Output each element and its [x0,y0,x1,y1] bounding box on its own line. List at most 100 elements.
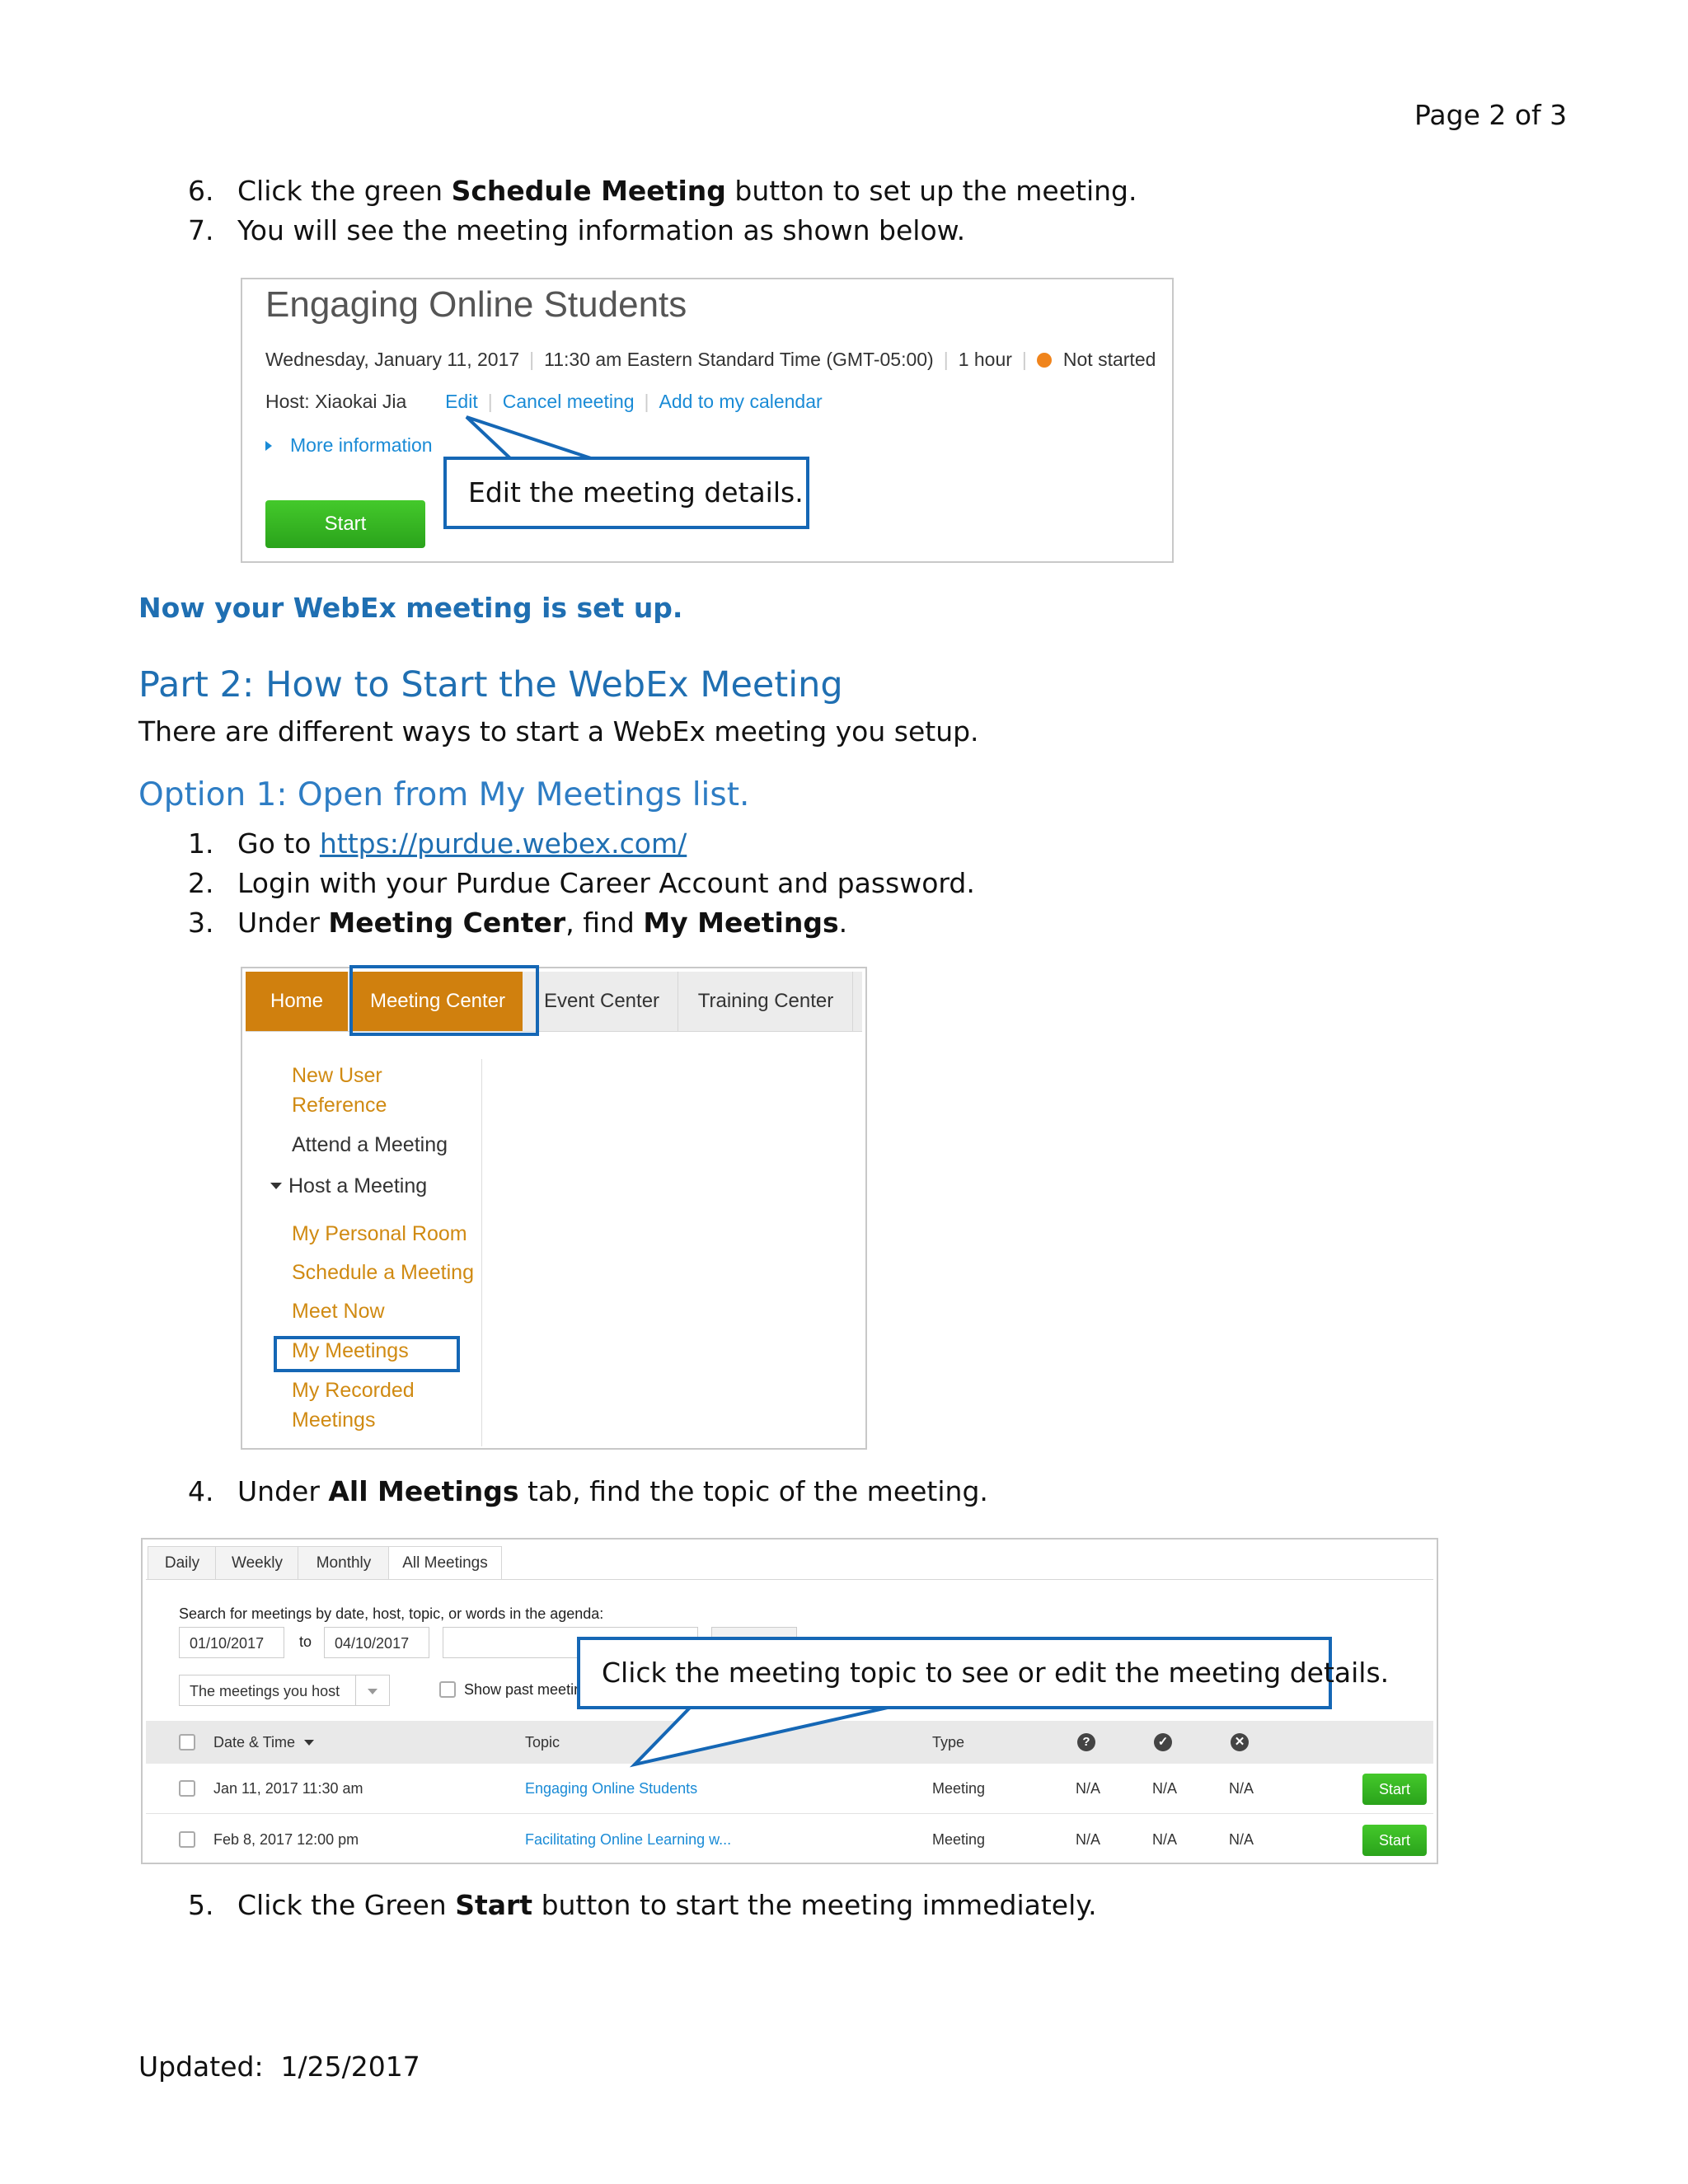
step-bold: All Meetings [328,1475,519,1507]
more-information-toggle[interactable]: More information [265,434,433,457]
meeting-status: Not started [1062,349,1156,370]
step-text: . [838,907,848,939]
tab-daily[interactable]: Daily [148,1546,217,1580]
step-3: 3. Under Meeting Center, find My Meetings… [188,907,847,939]
part2-heading: Part 2: How to Start the WebEx Meeting [138,664,843,705]
step-text: tab, find the topic of the meeting. [518,1475,988,1507]
step-text: Login with your Purdue Career Account an… [237,867,975,899]
step-bold: Start [455,1889,533,1921]
status-dot-icon [1036,353,1052,368]
edit-details-callout: Edit the meeting details. [443,457,809,529]
step-text: button to start the meeting immediately. [532,1889,1097,1921]
step-text: Under [237,1475,329,1507]
tab-home[interactable]: Home [246,972,348,1031]
tab-event-center[interactable]: Event Center [526,972,678,1031]
date-to-input[interactable]: 04/10/2017 [324,1627,429,1658]
step-number: 6. [188,175,214,207]
setup-complete-note: Now your WebEx meeting is set up. [138,592,683,624]
step-text: Click the Green [237,1889,456,1921]
more-information-label: More information [290,434,433,456]
menu-personal-room[interactable]: My Personal Room [292,1219,467,1249]
row-na: N/A [1152,1780,1178,1797]
filter-value: The meetings you host [190,1683,340,1699]
menu-divider [481,1059,482,1446]
topic-callout: Click the meeting topic to see or edit t… [577,1637,1389,1709]
dropdown-arrow [355,1675,389,1705]
meeting-time: 11:30 am Eastern Standard Time (GMT-05:0… [544,349,934,370]
meeting-details: Wednesday, January 11, 2017 | 11:30 am Eas… [265,349,1156,370]
row-start-button[interactable]: Start [1362,1774,1427,1805]
meeting-host: Host: Xiaokai Jia [265,391,407,412]
tab-underline [146,1579,1433,1580]
menu-host-meeting[interactable]: Host a Meeting [270,1171,427,1201]
header-topic[interactable]: Topic [525,1721,560,1764]
step-text: Under [237,907,329,939]
start-button[interactable]: Start [265,500,425,548]
date-range-to: to [299,1633,312,1650]
row-topic-link[interactable]: Facilitating Online Learning w... [525,1815,731,1864]
date-from-input[interactable]: 01/10/2017 [179,1627,284,1658]
step-text: Go to [237,827,320,860]
close-icon: ✕ [1231,1733,1249,1751]
select-all-checkbox[interactable] [179,1734,195,1750]
step-number: 7. [188,214,214,246]
row-start-button[interactable]: Start [1362,1825,1427,1856]
row-na: N/A [1229,1831,1254,1848]
tab-training-center[interactable]: Training Center [679,972,853,1031]
tab-weekly[interactable]: Weekly [215,1546,299,1580]
row-checkbox[interactable] [179,1831,195,1848]
step-number: 5. [188,1889,214,1921]
tab-monthly[interactable]: Monthly [298,1546,390,1580]
collapse-arrow-icon [270,1183,282,1189]
add-to-calendar-link[interactable]: Add to my calendar [659,391,823,412]
edit-link[interactable]: Edit [445,391,478,412]
menu-new-user-reference[interactable]: New User Reference [292,1061,387,1120]
step-5: 5. Click the Green Start button to start … [188,1889,1097,1921]
menu-meet-now[interactable]: Meet Now [292,1296,385,1326]
part2-intro: There are different ways to start a WebE… [138,715,979,748]
meeting-host-line: Host: Xiaokai Jia Edit | Cancel meeting | Ad… [265,391,823,412]
option1-heading: Option 1: Open from My Meetings list. [138,776,750,813]
menu-label: New User [292,1064,382,1087]
header-date[interactable]: Date & Time [213,1721,315,1764]
step-text: You will see the meeting information as … [237,214,966,246]
step-number: 1. [188,827,214,860]
sort-down-icon [304,1740,315,1746]
show-past-label: Show past meetir [464,1681,579,1698]
table-row: Jan 11, 2017 11:30 am Engaging Online St… [146,1764,1433,1814]
meeting-title: Engaging Online Students [265,284,687,325]
meeting-center-highlight [349,965,539,1036]
row-na: N/A [1076,1831,1101,1848]
header-type[interactable]: Type [932,1721,964,1764]
row-checkbox[interactable] [179,1780,195,1797]
step-2: 2. Login with your Purdue Career Account … [188,867,975,899]
step-bold: My Meetings [643,907,839,939]
step-text: , find [565,907,644,939]
step-number: 4. [188,1475,214,1507]
check-icon: ✓ [1154,1733,1172,1751]
table-row: Feb 8, 2017 12:00 pm Facilitating Online… [146,1815,1433,1864]
page-number: Page 2 of 3 [1414,99,1568,131]
expand-arrow-icon [265,441,272,451]
step-number: 2. [188,867,214,899]
menu-schedule-meeting[interactable]: Schedule a Meeting [292,1258,474,1287]
step-7: 7. You will see the meeting information a… [188,214,965,246]
search-label: Search for meetings by date, host, topic… [179,1605,604,1622]
meetings-filter-select[interactable]: The meetings you host [179,1675,390,1706]
menu-recorded-meetings[interactable]: My Recorded Meetings [292,1376,415,1435]
row-topic-link[interactable]: Engaging Online Students [525,1764,697,1813]
menu-label: My Recorded [292,1379,415,1402]
step-4: 4. Under All Meetings tab, find the topic… [188,1475,988,1507]
cancel-meeting-link[interactable]: Cancel meeting [503,391,635,412]
meeting-duration: 1 hour [958,349,1012,370]
step-number: 3. [188,907,214,939]
menu-attend-meeting[interactable]: Attend a Meeting [292,1130,448,1160]
step-bold: Schedule Meeting [451,175,726,207]
updated-date: Updated: 1/25/2017 [138,2050,420,2083]
webex-url-link[interactable]: https://purdue.webex.com/ [320,827,687,860]
show-past-checkbox[interactable] [439,1681,456,1698]
tab-all-meetings[interactable]: All Meetings [388,1546,502,1580]
row-type: Meeting [932,1831,986,1848]
my-meetings-highlight [274,1336,460,1372]
row-na: N/A [1152,1831,1178,1848]
